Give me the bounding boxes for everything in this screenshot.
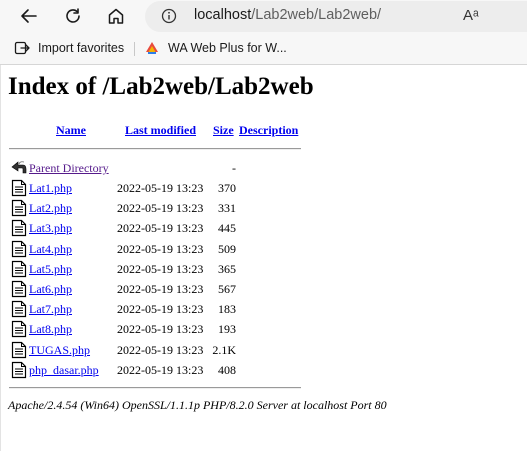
file-link[interactable]: Lat7.php [29, 302, 72, 317]
file-size: 193 [218, 322, 236, 337]
favorite-wa-web-plus[interactable]: WA Web Plus for W... [144, 38, 287, 58]
arrow-left-icon [21, 9, 37, 23]
file-icon [11, 199, 27, 221]
home-button[interactable] [101, 2, 131, 30]
file-modified: 2022-05-19 13:23 [117, 201, 204, 216]
file-link[interactable]: Lat3.php [29, 221, 72, 236]
file-size: 331 [218, 201, 236, 216]
info-icon[interactable] [161, 8, 177, 28]
file-modified: 2022-05-19 13:23 [117, 181, 204, 195]
file-icon [11, 361, 27, 383]
file-row: Lat6.php 2022-05-19 13:23 567 [1, 280, 527, 300]
file-link[interactable]: Lat5.php [29, 262, 72, 277]
parent-directory-row: Parent Directory - [1, 159, 527, 179]
read-aloud-button[interactable]: Aᵃ [463, 7, 479, 24]
refresh-icon [66, 8, 80, 23]
url-host: localhost [194, 7, 252, 23]
file-row: Lat4.php 2022-05-19 13:23 509 [1, 240, 527, 260]
file-row: Lat8.php 2022-05-19 13:23 193 [1, 320, 527, 340]
file-icon [11, 219, 27, 241]
file-link[interactable]: php_dasar.php [29, 363, 99, 378]
file-icon [11, 341, 27, 363]
home-icon [108, 8, 124, 24]
url-text[interactable]: localhost/Lab2web/Lab2web/ [194, 7, 381, 23]
favorites-bar: Import favorites WA Web Plus for W... [0, 33, 527, 65]
file-size: 365 [218, 261, 236, 276]
file-size: 2.1K [212, 342, 236, 357]
file-icon [11, 260, 27, 282]
file-row: Lat2.php 2022-05-19 13:23 331 [1, 199, 527, 219]
wa-web-plus-icon [144, 40, 160, 56]
file-size: 370 [218, 181, 236, 195]
file-link[interactable]: Lat2.php [29, 201, 72, 216]
file-modified: 2022-05-19 13:23 [117, 322, 204, 337]
favorites-separator [134, 42, 135, 56]
server-signature: Apache/2.4.54 (Win64) OpenSSL/1.1.1p PHP… [8, 398, 387, 412]
divider [9, 387, 301, 389]
file-link[interactable]: Lat6.php [29, 282, 72, 297]
file-icon [11, 280, 27, 302]
file-row: Lat1.php 2022-05-19 13:23 370 [1, 179, 527, 199]
column-header-description[interactable]: Description [239, 123, 298, 138]
file-size: 408 [218, 362, 236, 377]
page-title: Index of /Lab2web/Lab2web [8, 73, 314, 100]
column-header-size[interactable]: Size [213, 123, 234, 138]
file-modified: 2022-05-19 13:23 [117, 221, 204, 236]
browser-toolbar: localhost/Lab2web/Lab2web/ Aᵃ [0, 0, 527, 33]
file-modified: 2022-05-19 13:23 [117, 342, 204, 357]
directory-listing-page: Index of /Lab2web/Lab2web Name Last modi… [0, 65, 527, 451]
file-icon [11, 179, 27, 201]
file-row: TUGAS.php 2022-05-19 13:23 2.1K [1, 341, 527, 361]
file-size: 183 [218, 302, 236, 317]
refresh-button[interactable] [58, 2, 88, 30]
file-row: Lat5.php 2022-05-19 13:23 365 [1, 260, 527, 280]
file-modified: 2022-05-19 13:23 [117, 302, 204, 317]
column-header-last-modified[interactable]: Last modified [125, 123, 196, 138]
address-bar[interactable]: localhost/Lab2web/Lab2web/ Aᵃ [145, 1, 527, 32]
file-link[interactable]: TUGAS.php [29, 343, 90, 358]
file-size: 509 [218, 241, 236, 256]
file-row: Lat3.php 2022-05-19 13:23 445 [1, 219, 527, 239]
file-link[interactable]: Lat8.php [29, 322, 72, 337]
file-modified: 2022-05-19 13:23 [117, 362, 204, 377]
file-icon [11, 320, 27, 342]
file-row: php_dasar.php 2022-05-19 13:23 408 [1, 361, 527, 381]
file-icon [11, 300, 27, 322]
file-link[interactable]: Lat1.php [29, 181, 72, 196]
file-size: 445 [218, 221, 236, 236]
favorite-import-favorites[interactable]: Import favorites [14, 38, 124, 58]
file-modified: 2022-05-19 13:23 [117, 241, 204, 256]
file-size: - [232, 161, 236, 175]
parent-directory-link[interactable]: Parent Directory [29, 161, 109, 176]
file-modified: 2022-05-19 13:23 [117, 261, 204, 276]
column-header-name[interactable]: Name [56, 123, 86, 138]
file-size: 567 [218, 282, 236, 296]
favorite-label: Import favorites [38, 41, 125, 55]
read-aloud-icon: Aᵃ [463, 7, 479, 24]
file-link[interactable]: Lat4.php [29, 242, 72, 257]
file-modified: 2022-05-19 13:23 [117, 282, 204, 296]
back-folder-icon [11, 159, 28, 180]
divider [9, 148, 301, 150]
back-button[interactable] [14, 2, 44, 30]
favorite-label: WA Web Plus for W... [168, 41, 287, 55]
file-icon [11, 240, 27, 262]
import-favorites-icon [14, 40, 30, 56]
url-path: /Lab2web/Lab2web/ [251, 7, 382, 23]
file-row: Lat7.php 2022-05-19 13:23 183 [1, 300, 527, 320]
